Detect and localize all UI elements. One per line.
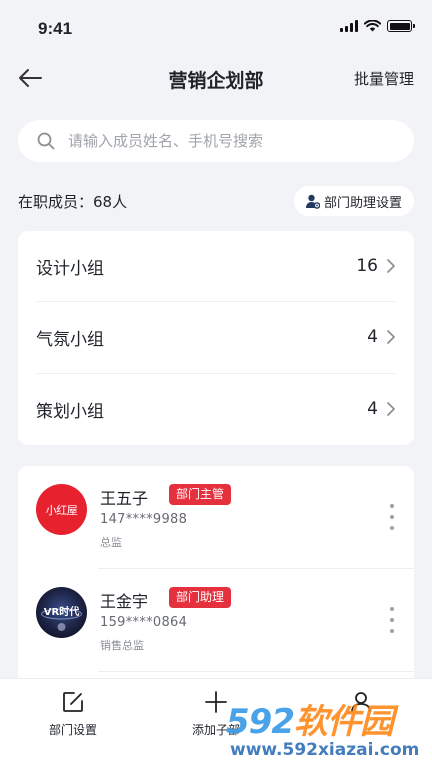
bottom-tab-bar: 部门设置 添加子部 [0,678,432,768]
group-count-wrap: 16 [356,256,396,276]
tab-label: 添加子部 [191,723,240,737]
member-row[interactable]: 小红屋 王五子 部门主管 147****9988 总监 [18,466,414,569]
nav-bar: 营销企划部 批量管理 [0,58,432,98]
tab-members[interactable] [306,689,416,721]
chevron-right-icon [387,402,395,417]
member-count: 在职成员：68人 [18,193,128,211]
chevron-right-icon [387,259,395,274]
avatar-text: VR时代 [44,605,79,618]
search-icon [37,132,55,150]
search-input[interactable] [68,132,388,150]
avatar: VR时代 [36,587,87,638]
status-bar: 9:41 [0,0,432,58]
member-phone: 147****9988 [100,512,188,527]
members-card: 小红屋 王五子 部门主管 147****9988 总监 VR时代 王金宇 部门助… [18,466,414,706]
group-count-wrap: 4 [367,327,396,347]
assistant-settings-button[interactable]: 部门助理设置 [293,186,414,216]
chevron-right-icon [387,330,395,345]
edit-icon [63,692,83,712]
search-bar[interactable] [18,120,414,162]
role-badge: 部门助理 [169,587,232,608]
battery-icon [387,20,415,32]
person-settings-icon [305,194,320,209]
batch-manage-button[interactable]: 批量管理 [354,68,414,89]
group-name: 气氛小组 [36,329,104,350]
tab-department-settings[interactable]: 部门设置 [18,689,128,738]
group-name: 策划小组 [36,401,104,422]
vr-logo-icon: VR时代 [41,605,82,631]
group-row[interactable]: 气氛小组 4 [36,302,396,374]
member-phone: 159****0864 [100,615,188,630]
group-count: 16 [356,256,378,277]
tab-add-subdepartment[interactable]: 添加子部 [161,689,271,738]
avatar: 小红屋 [36,484,87,535]
member-title: 总监 [100,536,122,549]
status-icons [340,20,415,32]
plus-icon [205,691,227,713]
wifi-icon [364,20,381,32]
group-count-wrap: 4 [367,399,396,419]
group-count: 4 [367,327,378,348]
group-name: 设计小组 [36,258,104,279]
group-row[interactable]: 设计小组 16 [36,231,396,303]
member-row[interactable]: VR时代 王金宇 部门助理 159****0864 销售总监 [18,569,414,672]
more-options-button[interactable] [386,504,398,530]
more-options-button[interactable] [386,607,398,633]
group-row[interactable]: 策划小组 4 [36,374,396,445]
role-badge: 部门主管 [169,484,232,505]
group-count: 4 [367,399,378,420]
assistant-settings-label: 部门助理设置 [323,195,402,211]
groups-card: 设计小组 16 气氛小组 4 策划小组 4 [18,231,414,445]
divider [98,671,414,672]
signal-icon [340,20,358,32]
member-name: 王金宇 [100,592,149,611]
member-title: 销售总监 [100,639,144,652]
tab-label: 部门设置 [48,723,97,737]
person-icon [351,692,371,713]
member-name: 王五子 [100,489,149,508]
status-time: 9:41 [38,19,73,38]
